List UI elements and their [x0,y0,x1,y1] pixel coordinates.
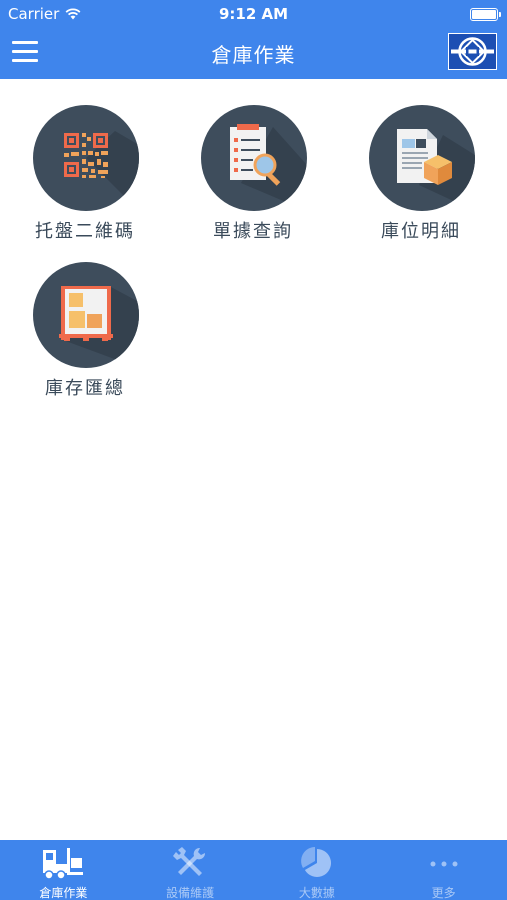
tab-label: 大數據 [298,886,335,900]
navigation-bar: 倉庫作業 [0,28,507,79]
tab-label: 更多 [431,886,456,900]
tab-equipment-maintenance[interactable]: 設備維護 [127,840,254,900]
tab-big-data[interactable]: 大數據 [254,840,381,900]
tab-more[interactable]: 更多 [380,840,507,900]
tile-icon-circle [201,105,307,211]
tile-document-query[interactable]: 單據查詢 [169,79,337,242]
pallet-stack-icon [59,286,139,368]
pie-chart-icon [300,847,331,877]
tile-location-details[interactable]: 庫位明細 [337,79,505,242]
document-search-icon [230,124,307,211]
battery-icon [470,8,501,21]
forklift-icon [43,848,84,880]
tile-icon-circle [33,105,139,211]
status-time: 9:12 AM [218,5,289,23]
tab-label: 倉庫作業 [39,886,88,900]
tile-icon-circle [369,105,475,211]
tile-inventory-summary[interactable]: 庫存匯總 [1,236,169,399]
tile-icon-circle [33,262,139,368]
page-title: 倉庫作業 [211,43,296,67]
status-bar: Carrier 9:12 AM [0,0,507,28]
tab-label: 設備維護 [166,886,215,900]
tile-label: 庫位明細 [381,221,461,242]
bottom-tab-bar: 倉庫作業 設備維護 大數據 更多 [0,840,507,900]
company-logo-icon[interactable] [448,33,497,70]
app-header: Carrier 9:12 AM 倉庫作業 [0,0,507,79]
document-box-icon [397,129,475,211]
tile-label: 庫存匯總 [45,378,125,399]
tab-warehouse-operations[interactable]: 倉庫作業 [0,840,127,900]
tile-pallet-qr-code[interactable]: 托盤二維碼 [1,79,169,242]
tools-icon [173,847,206,876]
qr-code-icon [64,131,139,211]
tile-label: 單據查詢 [213,221,293,242]
more-dots-icon [430,861,458,867]
battery-level-fill [472,10,496,19]
